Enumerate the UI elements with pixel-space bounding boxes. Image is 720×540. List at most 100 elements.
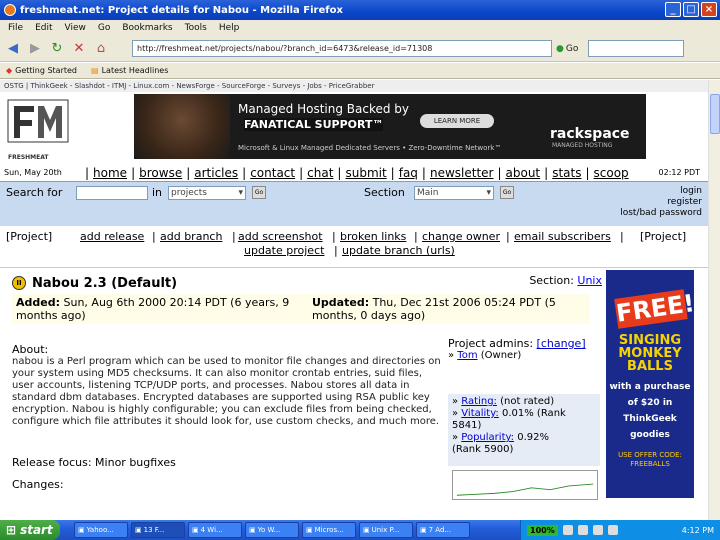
- nav-home[interactable]: home: [93, 166, 127, 180]
- popularity-link[interactable]: Popularity:: [461, 432, 514, 443]
- network-icon[interactable]: [562, 525, 573, 535]
- project-ratings: » Rating: (not rated) » Vitality: 0.01% …: [448, 394, 600, 466]
- change-admins-link[interactable]: [change]: [537, 337, 586, 350]
- forward-icon[interactable]: ▶: [26, 40, 44, 58]
- nav-articles[interactable]: articles: [194, 166, 238, 180]
- nav-stats[interactable]: stats: [552, 166, 581, 180]
- section-unix-link[interactable]: Unix: [577, 274, 602, 287]
- task-firefox[interactable]: ▣ 13 F...: [131, 522, 185, 538]
- menu-view[interactable]: View: [65, 23, 86, 33]
- menu-help[interactable]: Help: [219, 23, 240, 33]
- project-license-icon: II: [12, 276, 26, 290]
- broken-links-link[interactable]: broken links: [340, 230, 406, 243]
- task-adobe[interactable]: ▣ 7 Ad...: [416, 522, 470, 538]
- security-icon[interactable]: [607, 525, 618, 535]
- nav-about[interactable]: about: [506, 166, 541, 180]
- nav-scoop[interactable]: scoop: [594, 166, 629, 180]
- task-yahoo[interactable]: ▣ Yahoo...: [74, 522, 128, 538]
- task-yo[interactable]: ▣ Yo W...: [245, 522, 299, 538]
- rackspace-ad-banner[interactable]: Managed Hosting Backed by FANATICAL SUPP…: [134, 94, 646, 159]
- ad-learn-more[interactable]: LEARN MORE: [420, 114, 494, 128]
- about-heading: About:: [12, 343, 49, 356]
- site-date: Sun, May 20th: [4, 168, 62, 177]
- release-focus-value: Minor bugfixes: [95, 456, 176, 469]
- menu-tools[interactable]: Tools: [185, 23, 207, 33]
- scrollbar-thumb[interactable]: [710, 94, 720, 134]
- vertical-scrollbar[interactable]: [708, 80, 720, 520]
- minimize-button[interactable]: _: [665, 2, 681, 17]
- task-unix[interactable]: ▣ Unix P...: [359, 522, 413, 538]
- account-links: login register lost/bad password: [620, 186, 702, 219]
- nav-contact[interactable]: contact: [250, 166, 295, 180]
- login-link[interactable]: login: [620, 186, 702, 197]
- menu-file[interactable]: File: [8, 23, 23, 33]
- ad-line-2: FANATICAL SUPPORT™: [244, 118, 384, 131]
- search-scope-select[interactable]: projects ▾: [168, 186, 246, 200]
- popularity-rank: (Rank 5900): [452, 444, 514, 455]
- start-button[interactable]: ⊞ start: [0, 520, 60, 540]
- menu-go[interactable]: Go: [98, 23, 110, 33]
- bookmark-getting-started[interactable]: ◆ Getting Started: [6, 66, 77, 75]
- reload-icon[interactable]: ↻: [48, 40, 66, 58]
- menu-bookmarks[interactable]: Bookmarks: [122, 23, 172, 33]
- change-owner-link[interactable]: change owner: [422, 230, 500, 243]
- project-body: II Nabou 2.3 (Default) Section: Unix Add…: [0, 268, 708, 520]
- antivirus-icon[interactable]: [592, 525, 603, 535]
- search-in-label: in: [152, 186, 163, 199]
- section-go-button[interactable]: Go: [500, 186, 514, 199]
- task-microsoft[interactable]: ▣ Micros...: [302, 522, 356, 538]
- battery-indicator[interactable]: 100%: [527, 524, 558, 536]
- site-navigation: Sun, May 20th | home | browse | articles | c…: [0, 164, 708, 182]
- menu-edit[interactable]: Edit: [35, 23, 52, 33]
- admin-link[interactable]: Tom: [457, 350, 477, 361]
- volume-icon[interactable]: [577, 525, 588, 535]
- freshmeat-logo[interactable]: [6, 96, 70, 156]
- bookmarks-toolbar: ◆ Getting Started ▤ Latest Headlines: [0, 63, 720, 79]
- project-label-left: [Project]: [6, 230, 53, 243]
- page-content: OSTG | ThinkGeek - Slashdot - ITMJ - Lin…: [0, 80, 708, 520]
- lost-password-link[interactable]: lost/bad password: [620, 208, 702, 219]
- bookmark-latest-headlines[interactable]: ▤ Latest Headlines: [91, 66, 168, 75]
- address-bar[interactable]: http://freshmeat.net/projects/nabou/?bra…: [132, 40, 552, 57]
- section-select[interactable]: Main ▾: [414, 186, 494, 200]
- maximize-button[interactable]: □: [683, 2, 699, 17]
- rating-link[interactable]: Rating:: [461, 396, 497, 407]
- add-screenshot-link[interactable]: add screenshot: [238, 230, 323, 243]
- email-subscribers-link[interactable]: email subscribers: [514, 230, 611, 243]
- search-engine-input[interactable]: [588, 40, 685, 57]
- nav-newsletter[interactable]: newsletter: [430, 166, 494, 180]
- window-titlebar: freshmeat.net: Project details for Nabou…: [0, 0, 720, 20]
- home-icon[interactable]: ⌂: [92, 40, 110, 58]
- back-icon[interactable]: ◀: [4, 40, 22, 58]
- vitality-link[interactable]: Vitality:: [461, 408, 499, 419]
- go-button[interactable]: ● Go: [556, 44, 578, 54]
- ad-brand-sub: MANAGED HOSTING: [552, 142, 613, 149]
- search-go-button[interactable]: Go: [252, 186, 266, 199]
- nav-faq[interactable]: faq: [399, 166, 418, 180]
- about-section: About: nabou is a Perl program which can…: [12, 344, 442, 428]
- ad-brand: rackspace: [550, 126, 630, 142]
- ad-free-text: FREE!: [614, 289, 694, 329]
- nav-browse[interactable]: browse: [139, 166, 182, 180]
- ad-line-1: Managed Hosting Backed by: [238, 102, 410, 116]
- system-tray: 100% 4:12 PM: [520, 520, 720, 540]
- ad-offer-text: with a purchase of $20 in ThinkGeek good…: [609, 382, 691, 440]
- update-branch-link[interactable]: update branch (urls): [342, 244, 455, 257]
- add-release-link[interactable]: add release: [80, 230, 144, 243]
- nav-chat[interactable]: chat: [307, 166, 333, 180]
- search-input[interactable]: [76, 186, 148, 200]
- update-project-link[interactable]: update project: [244, 244, 324, 257]
- register-link[interactable]: register: [620, 197, 702, 208]
- project-actions: [Project] add release | add branch | add…: [0, 226, 708, 268]
- project-section: Section: Unix: [529, 274, 602, 287]
- ostg-network-bar[interactable]: OSTG | ThinkGeek - Slashdot - ITMJ - Lin…: [0, 80, 708, 92]
- add-branch-link[interactable]: add branch: [160, 230, 222, 243]
- thinkgeek-ad[interactable]: FREE! SINGING MONKEY BALLS with a purcha…: [606, 270, 694, 498]
- nav-submit[interactable]: submit: [345, 166, 386, 180]
- close-button[interactable]: ×: [701, 2, 717, 17]
- project-header: II Nabou 2.3 (Default) Section: Unix Add…: [12, 274, 602, 324]
- project-admins: Project admins: [change] » Tom (Owner): [448, 337, 586, 362]
- changes-heading: Changes:: [12, 478, 64, 491]
- task-windows[interactable]: ▣ 4 Wi...: [188, 522, 242, 538]
- stop-icon[interactable]: ✕: [70, 40, 88, 58]
